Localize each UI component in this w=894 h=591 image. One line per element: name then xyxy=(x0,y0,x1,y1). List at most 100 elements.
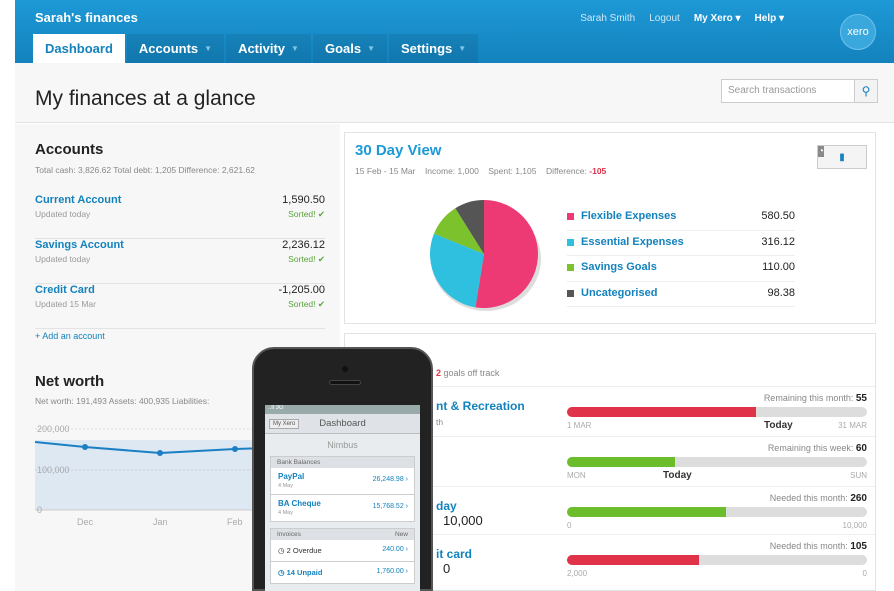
thirty-day-title: 30 Day View xyxy=(355,142,442,159)
thirty-day-summary: 15 Feb - 15 Mar Income: 1,000 Spent: 1,1… xyxy=(355,166,606,176)
remaining-value: 55 xyxy=(855,393,867,404)
accounts-summary: Total cash: 3,826.62 Total debt: 1,205 D… xyxy=(35,165,255,175)
legend-swatch xyxy=(567,289,574,297)
view-toggle: ◔ ▮ xyxy=(817,145,867,169)
tab-dashboard[interactable]: Dashboard xyxy=(33,34,125,63)
app-frame: Sarah's finances Sarah Smith Logout My X… xyxy=(0,0,894,591)
tab-goals[interactable]: Goals ▼ xyxy=(312,34,387,63)
bar-view-icon[interactable]: ▮ xyxy=(818,146,866,168)
bank-name: PayPal xyxy=(278,472,305,481)
bank-row[interactable]: PayPal 4 May 26,248.98 › xyxy=(270,468,415,495)
invoice-header-label: Invoices xyxy=(277,531,301,538)
phone-mockup: ..ll 3G My Xero Dashboard Nimbus Bank Ba… xyxy=(252,347,433,591)
bank-row[interactable]: BA Cheque 4 May 15,768.52 › xyxy=(270,495,415,522)
chevron-down-icon: ▼ xyxy=(367,44,375,53)
account-updated: Updated 15 Mar xyxy=(35,299,96,309)
sorted-status: Sorted! ✔ xyxy=(288,209,325,219)
remaining-value: 105 xyxy=(850,541,867,552)
y-tick: 100,000 xyxy=(37,465,70,475)
tab-label: Activity xyxy=(238,41,286,56)
user-name-link[interactable]: Sarah Smith xyxy=(580,13,635,24)
remaining-label: Remaining this week: xyxy=(767,443,854,453)
chevron-down-icon: ▼ xyxy=(204,44,213,53)
legend-row[interactable]: Flexible Expenses 580.50 xyxy=(567,205,795,231)
goal-name[interactable]: it card xyxy=(436,547,472,561)
legend-value: 110.00 xyxy=(762,261,795,273)
date-range: 15 Feb - 15 Mar xyxy=(355,166,416,176)
legend-value: 316.12 xyxy=(761,235,795,248)
x-tick: Dec xyxy=(77,517,94,527)
goal-remaining: Remaining this week: 60 xyxy=(768,443,867,454)
pie-view-icon[interactable]: ◔ xyxy=(818,146,825,157)
today-marker: Today xyxy=(663,470,692,481)
tab-settings[interactable]: Settings ▼ xyxy=(389,34,479,63)
new-invoice-button[interactable]: New xyxy=(395,531,408,538)
mobile-title: Dashboard xyxy=(319,418,366,429)
legend-value: 580.50 xyxy=(761,210,795,222)
status-bar: ..ll 3G xyxy=(265,405,420,414)
top-navigation-bar: Sarah's finances Sarah Smith Logout My X… xyxy=(15,0,894,63)
tab-accounts[interactable]: Accounts ▼ xyxy=(126,34,225,63)
goals-summary: 2 goals off track xyxy=(436,368,499,378)
difference-label: Difference: xyxy=(545,166,587,176)
y-tick: 200,000 xyxy=(37,424,70,434)
goal-name[interactable]: day xyxy=(436,499,457,513)
networth-summary: Net worth: 191,493 Assets: 400,935 Liabi… xyxy=(35,396,210,406)
data-point xyxy=(82,444,88,450)
top-links: Sarah Smith Logout My Xero ▾ Help ▾ xyxy=(580,13,784,24)
account-name-link[interactable]: Savings Account xyxy=(35,239,124,251)
my-xero-menu[interactable]: My Xero ▾ xyxy=(694,13,741,24)
legend-name: Flexible Expenses xyxy=(581,210,677,222)
legend-row[interactable]: Uncategorised 98.38 xyxy=(567,282,795,307)
legend-row[interactable]: Savings Goals 110.00 xyxy=(567,256,795,282)
goal-remaining: Needed this month: 105 xyxy=(770,541,867,552)
legend-swatch xyxy=(567,264,574,271)
goal-name[interactable]: nt & Recreation xyxy=(436,399,525,413)
goal-progress-fill xyxy=(567,457,675,467)
off-track-label: goals off track xyxy=(443,368,500,378)
main-tabs: Dashboard Accounts ▼ Activity ▼ Goals ▼ Set… xyxy=(33,34,479,63)
goal-remaining: Remaining this month: 55 xyxy=(764,393,867,404)
chevron-down-icon: ▼ xyxy=(291,44,299,53)
spent-value: Spent: 1,105 xyxy=(488,166,537,176)
account-row[interactable]: Savings Account Updated today 2,236.12 S… xyxy=(35,239,325,284)
account-balance: -1,205.00 xyxy=(278,284,325,296)
expense-pie xyxy=(430,200,541,311)
tab-activity[interactable]: Activity ▼ xyxy=(226,34,311,63)
account-row[interactable]: Credit Card Updated 15 Mar -1,205.00 Sor… xyxy=(35,284,325,329)
logout-link[interactable]: Logout xyxy=(649,13,680,24)
add-account-link[interactable]: + Add an account xyxy=(35,331,105,341)
account-name-link[interactable]: Credit Card xyxy=(35,284,95,296)
legend-row[interactable]: Essential Expenses 316.12 xyxy=(567,231,795,256)
legend-value: 98.38 xyxy=(767,286,795,299)
invoice-row[interactable]: ◷ 14 Unpaid 1,760.00 › xyxy=(270,562,415,584)
legend-name: Savings Goals xyxy=(581,261,657,273)
remaining-label: Remaining this month: xyxy=(763,393,854,403)
xero-logo[interactable]: xero xyxy=(840,14,876,50)
account-balance: 1,590.50 xyxy=(282,194,325,206)
goal-progress-fill xyxy=(567,507,726,517)
range-end: 31 MAR xyxy=(838,421,867,430)
search-input[interactable]: Search transactions xyxy=(721,79,861,103)
remaining-value: 60 xyxy=(855,443,867,454)
x-tick: Feb xyxy=(227,517,243,527)
legend-swatch xyxy=(567,238,574,246)
invoice-label: ◷ 2 Overdue xyxy=(278,546,322,555)
account-name-link[interactable]: Current Account xyxy=(35,194,121,206)
phone-screen: ..ll 3G My Xero Dashboard Nimbus Bank Ba… xyxy=(265,405,420,591)
bank-section-header: Bank Balances xyxy=(270,456,415,468)
goal-progress-track xyxy=(567,507,867,517)
invoice-row[interactable]: ◷ 2 Overdue 240.00 › xyxy=(270,540,415,562)
help-menu[interactable]: Help ▾ xyxy=(755,13,784,24)
account-updated: Updated today xyxy=(35,209,91,219)
bank-name: BA Cheque xyxy=(278,499,321,508)
goal-progress-track xyxy=(567,555,867,565)
tab-label: Accounts xyxy=(138,41,199,56)
tab-label: Settings xyxy=(401,41,453,56)
y-tick: 0 xyxy=(37,505,42,515)
page-title: My finances at a glance xyxy=(35,87,256,110)
tab-label: Dashboard xyxy=(45,41,113,56)
account-row[interactable]: Current Account Updated today 1,590.50 S… xyxy=(35,194,325,239)
search-icon[interactable]: ⚲ xyxy=(854,79,878,103)
goal-progress-track xyxy=(567,457,867,467)
